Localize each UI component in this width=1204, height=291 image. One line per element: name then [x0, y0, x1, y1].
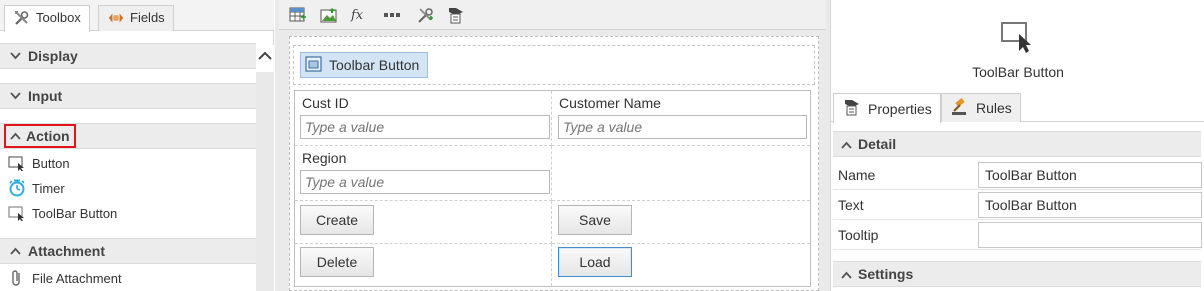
text-field[interactable]: ToolBar Button [978, 192, 1202, 218]
wrench-screwdriver-icon [13, 10, 31, 29]
customer-name-field[interactable] [558, 115, 807, 139]
highlight-box: Action [4, 124, 76, 148]
stopwatch-icon [8, 179, 26, 197]
property-label: Tooltip [838, 227, 879, 243]
tab-fields[interactable]: Fields [98, 5, 174, 31]
toolbar-button-icon [8, 204, 26, 222]
section-detail-header[interactable]: Detail [833, 131, 1201, 157]
properties-icon[interactable] [445, 5, 467, 25]
section-action-header[interactable]: Action [0, 123, 256, 149]
section-input-header[interactable]: Input [0, 83, 256, 109]
grid-cell [552, 146, 810, 201]
section-display-header[interactable]: Display [0, 43, 256, 69]
toolbar-button-icon [305, 55, 323, 75]
properties-panel: ToolBar Button Properties Rules Detail N… [830, 0, 1204, 291]
delete-button[interactable]: Delete [300, 247, 374, 277]
button-cursor-icon [8, 154, 26, 172]
region-label: Region [302, 150, 347, 166]
section-attachment-header[interactable]: Attachment [0, 238, 256, 264]
name-field[interactable]: ToolBar Button [978, 162, 1202, 188]
chevron-down-icon [8, 52, 22, 60]
properties-tabs: Properties Rules [831, 92, 1204, 123]
cust-id-field[interactable] [300, 115, 550, 139]
properties-icon [842, 98, 862, 119]
tab-properties-label: Properties [868, 100, 932, 117]
toolbox-item-label: ToolBar Button [32, 205, 118, 221]
form-grid: Cust ID Customer Name Region Create Save… [294, 90, 811, 287]
toolbox-item-label: Timer [32, 180, 65, 196]
section-settings-header[interactable]: Settings [833, 261, 1201, 287]
toolbox-item-label: Button [32, 155, 70, 171]
toolbar-button-label: Toolbar Button [329, 57, 420, 73]
tab-toolbox[interactable]: Toolbox [4, 5, 90, 32]
gavel-icon [950, 97, 970, 119]
save-button[interactable]: Save [558, 205, 632, 235]
toolbox-panel: Toolbox Fields Display Input Action Butt… [0, 0, 274, 291]
tab-rules[interactable]: Rules [941, 93, 1021, 122]
toolbar-row: Toolbar Button [293, 45, 815, 85]
section-attachment-label: Attachment [28, 243, 106, 259]
toolbox-item-label: File Attachment [32, 270, 122, 286]
toolbar-button-icon [999, 18, 1035, 57]
tab-fields-label: Fields [130, 10, 165, 25]
chevron-up-icon [8, 132, 22, 140]
scrollbar-thumb[interactable] [256, 72, 274, 291]
cust-id-label: Cust ID [302, 95, 349, 111]
tab-properties[interactable]: Properties [833, 93, 941, 123]
svg-text:fx: fx [350, 8, 364, 23]
chevron-down-icon [8, 92, 22, 100]
designer-toolbar: fx [279, 0, 826, 30]
property-label: Text [838, 197, 864, 213]
load-button[interactable]: Load [558, 247, 632, 277]
property-row-text: Text ToolBar Button [833, 190, 1202, 220]
fields-icon [107, 10, 125, 29]
toolbox-tabs: Toolbox Fields [0, 0, 274, 32]
section-input-label: Input [28, 88, 63, 104]
paperclip-icon [8, 269, 26, 287]
ellipsis-icon[interactable] [381, 5, 403, 25]
tools-icon[interactable] [415, 5, 437, 25]
region-field[interactable] [300, 170, 550, 194]
selected-control-title: ToolBar Button [972, 64, 1064, 80]
toolbox-accordion: Display Input Action Button Timer ToolBa… [0, 31, 256, 291]
tab-rules-label: Rules [976, 100, 1012, 116]
form-canvas: Toolbar Button Cust ID Customer Name Reg… [289, 36, 819, 291]
property-row-name: Name ToolBar Button [833, 160, 1202, 190]
section-action-label: Action [26, 128, 70, 144]
property-row-tooltip: Tooltip [833, 220, 1202, 250]
section-detail-label: Detail [858, 136, 897, 152]
scroll-up-button[interactable] [256, 45, 274, 72]
chevron-up-icon [841, 136, 852, 152]
toolbox-item-file-attachment[interactable]: File Attachment [8, 267, 122, 289]
table-icon[interactable] [287, 5, 309, 25]
tooltip-field[interactable] [978, 222, 1202, 248]
toolbox-item-toolbar-button[interactable]: ToolBar Button [8, 202, 117, 224]
toolbar-button-control[interactable]: Toolbar Button [300, 52, 429, 78]
designer-canvas-panel: fx Toolbar Button Cust ID Type a value C… [275, 0, 830, 291]
tab-toolbox-label: Toolbox [36, 10, 81, 25]
section-settings-label: Settings [858, 266, 914, 282]
function-fx-icon[interactable]: fx [349, 5, 371, 25]
toolbox-item-timer[interactable]: Timer [8, 177, 65, 199]
toolbox-item-button[interactable]: Button [8, 152, 70, 174]
property-label: Name [838, 167, 876, 183]
create-button[interactable]: Create [300, 205, 374, 235]
customer-name-label: Customer Name [559, 95, 661, 111]
chevron-up-icon [841, 266, 852, 282]
image-upload-icon[interactable] [318, 5, 340, 25]
chevron-up-icon [258, 51, 272, 60]
chevron-up-icon [8, 247, 22, 255]
section-display-label: Display [28, 48, 78, 64]
